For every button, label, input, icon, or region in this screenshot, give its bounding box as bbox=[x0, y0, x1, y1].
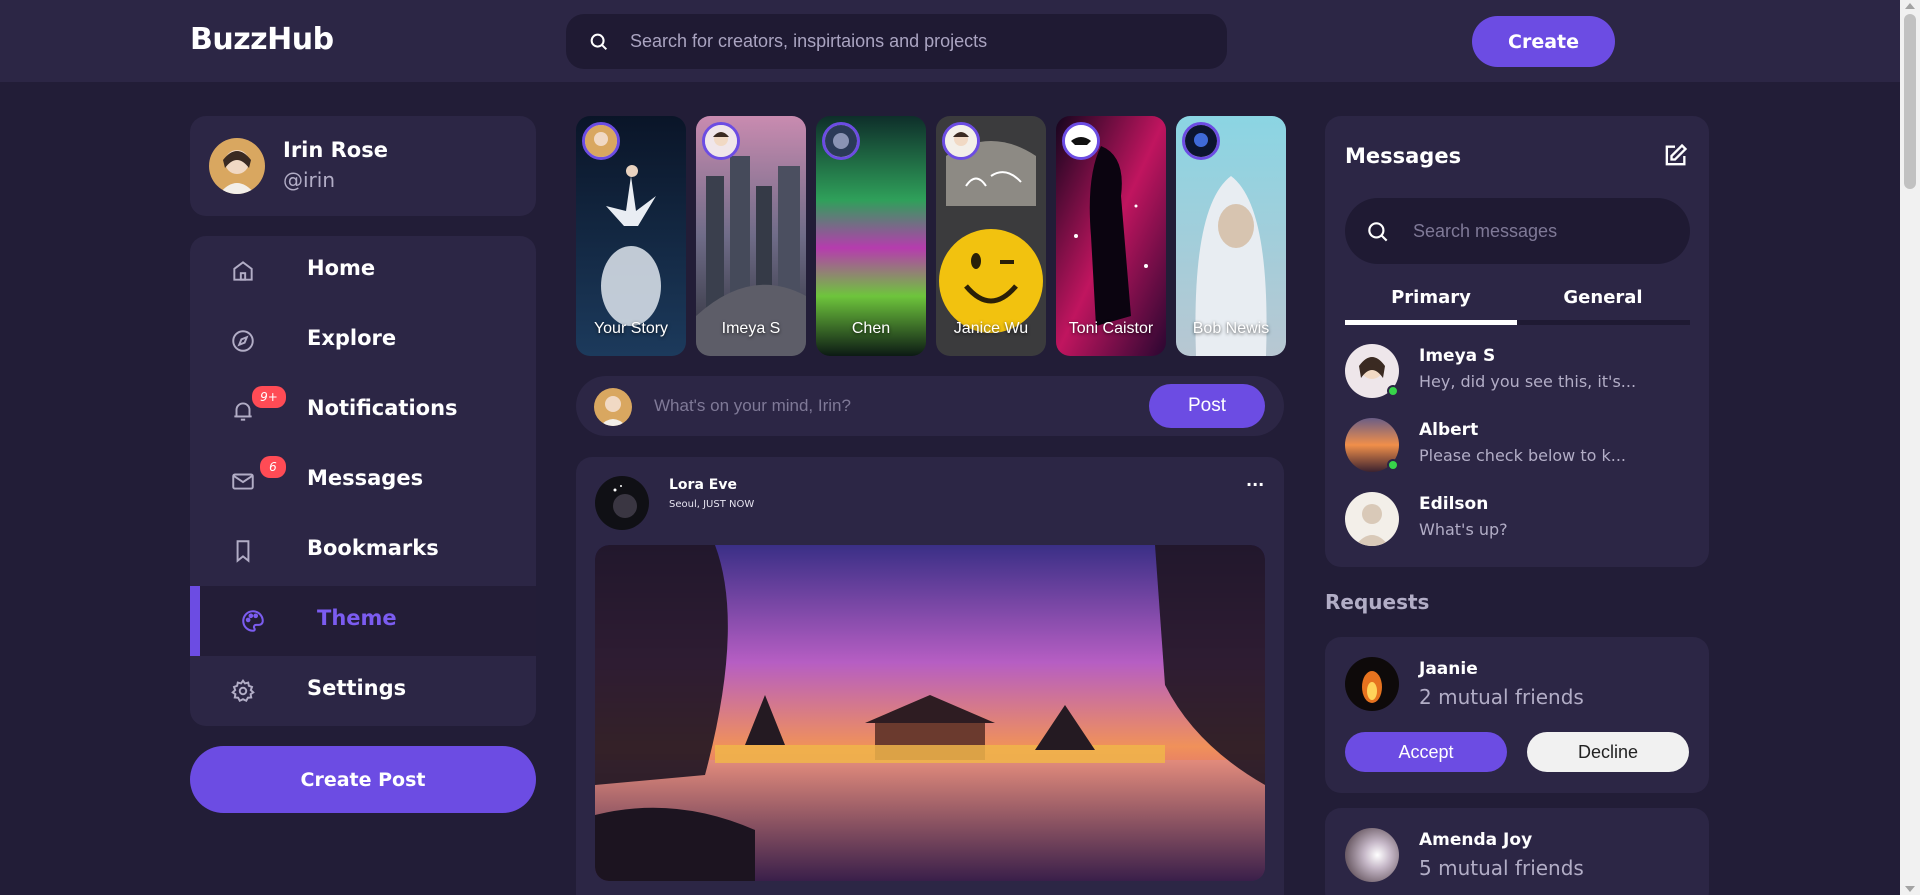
create-post-button[interactable]: Create Post bbox=[190, 746, 536, 813]
story-card[interactable]: Bob Newis bbox=[1176, 116, 1286, 356]
profile-name: Irin Rose bbox=[283, 138, 388, 162]
sidebar-item-label: Theme bbox=[317, 606, 397, 630]
composer-input[interactable] bbox=[654, 376, 1214, 436]
sidebar-item-bookmarks[interactable]: Bookmarks bbox=[190, 516, 536, 586]
more-options-icon[interactable]: ... bbox=[1246, 471, 1264, 490]
bookmark-icon bbox=[236, 540, 250, 563]
story-card[interactable]: Toni Caistor bbox=[1056, 116, 1166, 356]
post-button[interactable]: Post bbox=[1149, 384, 1265, 428]
sidebar-menu: Home Explore 9+ Notifications 6 Messages… bbox=[190, 236, 536, 726]
story-name: Imeya S bbox=[721, 320, 781, 337]
story-card[interactable]: Janice Wu bbox=[936, 116, 1046, 356]
compass-icon bbox=[232, 330, 254, 352]
request-mutual-friends: 5 mutual friends bbox=[1419, 856, 1584, 880]
friend-request-card: Jaanie 2 mutual friends Accept Decline bbox=[1325, 637, 1709, 793]
sidebar-item-messages[interactable]: 6 Messages bbox=[190, 446, 536, 516]
friend-request-card: Amenda Joy 5 mutual friends bbox=[1325, 808, 1709, 895]
edit-icon[interactable] bbox=[1661, 142, 1689, 170]
message-sender: Albert bbox=[1419, 420, 1479, 440]
global-search[interactable] bbox=[566, 14, 1227, 69]
scroll-up-icon[interactable] bbox=[1905, 3, 1915, 9]
profile-avatar bbox=[209, 138, 265, 194]
scroll-down-icon[interactable] bbox=[1905, 886, 1915, 892]
request-mutual-friends: 2 mutual friends bbox=[1419, 685, 1584, 709]
search-icon bbox=[1368, 222, 1388, 242]
message-sender: Imeya S bbox=[1419, 346, 1496, 366]
page-scrollbar[interactable] bbox=[1900, 0, 1920, 895]
message-search-input[interactable] bbox=[1413, 198, 1673, 264]
sidebar-item-label: Messages bbox=[307, 466, 424, 490]
story-card[interactable]: Imeya S bbox=[696, 116, 806, 356]
create-button[interactable]: Create bbox=[1472, 16, 1615, 67]
top-navbar: BuzzHub Create bbox=[0, 0, 1900, 82]
message-item[interactable]: Albert Please check below to k... bbox=[1345, 413, 1690, 477]
story-name: Chen bbox=[851, 320, 891, 337]
post-image[interactable] bbox=[595, 545, 1265, 881]
tab-general[interactable]: General bbox=[1517, 284, 1689, 326]
sidebar-item-home[interactable]: Home bbox=[190, 236, 536, 306]
decline-button[interactable]: Decline bbox=[1527, 732, 1689, 772]
message-preview: What's up? bbox=[1419, 520, 1508, 539]
global-search-input[interactable] bbox=[630, 14, 1210, 69]
sidebar-item-notifications[interactable]: 9+ Notifications bbox=[190, 376, 536, 446]
feed-post: Lora Eve Seoul, JUST NOW ... bbox=[576, 457, 1284, 895]
sidebar-item-label: Bookmarks bbox=[307, 536, 439, 560]
notifications-badge: 9+ bbox=[252, 386, 286, 408]
story-avatar bbox=[1182, 122, 1220, 160]
sidebar-item-label: Explore bbox=[307, 326, 397, 350]
sidebar-item-theme[interactable]: Theme bbox=[190, 586, 536, 656]
home-icon bbox=[233, 261, 253, 281]
sidebar-item-settings[interactable]: Settings bbox=[190, 656, 536, 726]
profile-card[interactable]: Irin Rose @irin bbox=[190, 116, 536, 216]
sidebar-item-label: Home bbox=[307, 256, 376, 280]
avatar bbox=[1345, 828, 1399, 882]
scrollbar-thumb[interactable] bbox=[1904, 14, 1916, 189]
request-name: Amenda Joy bbox=[1419, 830, 1533, 850]
message-preview: Hey, did you see this, it's... bbox=[1419, 372, 1637, 391]
post-meta: Seoul, JUST NOW bbox=[669, 499, 755, 510]
message-preview: Please check below to k... bbox=[1419, 446, 1627, 465]
post-author-avatar[interactable] bbox=[595, 476, 649, 530]
story-avatar bbox=[582, 122, 620, 160]
requests-title: Requests bbox=[1325, 590, 1430, 614]
story-name: Bob Newis bbox=[1192, 320, 1270, 337]
online-indicator bbox=[1387, 459, 1399, 471]
online-indicator bbox=[1387, 385, 1399, 397]
story-card[interactable]: Chen bbox=[816, 116, 926, 356]
story-avatar bbox=[1062, 122, 1100, 160]
message-search[interactable] bbox=[1345, 198, 1690, 264]
messages-badge: 6 bbox=[260, 456, 286, 478]
story-avatar bbox=[942, 122, 980, 160]
story-avatar bbox=[702, 122, 740, 160]
palette-icon bbox=[242, 610, 264, 632]
messages-title: Messages bbox=[1345, 144, 1462, 168]
post-author-name[interactable]: Lora Eve bbox=[669, 477, 737, 493]
message-tabs: Primary General bbox=[1345, 284, 1690, 326]
story-name: Toni Caistor bbox=[1068, 320, 1154, 337]
request-name: Jaanie bbox=[1419, 659, 1478, 679]
message-item[interactable]: Edilson What's up? bbox=[1345, 487, 1690, 551]
message-item[interactable]: Imeya S Hey, did you see this, it's... bbox=[1345, 339, 1690, 403]
avatar bbox=[1345, 657, 1399, 711]
story-name: Janice Wu bbox=[953, 320, 1029, 337]
message-sender: Edilson bbox=[1419, 494, 1489, 514]
mail-icon bbox=[232, 473, 254, 490]
story-avatar bbox=[822, 122, 860, 160]
sidebar-item-label: Settings bbox=[307, 676, 407, 700]
accept-button[interactable]: Accept bbox=[1345, 732, 1507, 772]
post-composer: Post bbox=[576, 376, 1284, 436]
app-logo[interactable]: BuzzHub bbox=[190, 22, 334, 57]
sidebar-item-explore[interactable]: Explore bbox=[190, 306, 536, 376]
avatar bbox=[1345, 492, 1399, 546]
tab-primary[interactable]: Primary bbox=[1345, 284, 1517, 326]
profile-handle: @irin bbox=[283, 168, 336, 192]
story-name: Your Story bbox=[593, 320, 669, 337]
search-icon bbox=[590, 33, 608, 51]
sidebar-item-label: Notifications bbox=[307, 396, 458, 420]
composer-avatar bbox=[594, 388, 632, 426]
story-card[interactable]: Your Story bbox=[576, 116, 686, 356]
gear-icon bbox=[231, 679, 255, 703]
messages-panel: Messages Primary General Imeya S Hey, di… bbox=[1325, 116, 1709, 567]
